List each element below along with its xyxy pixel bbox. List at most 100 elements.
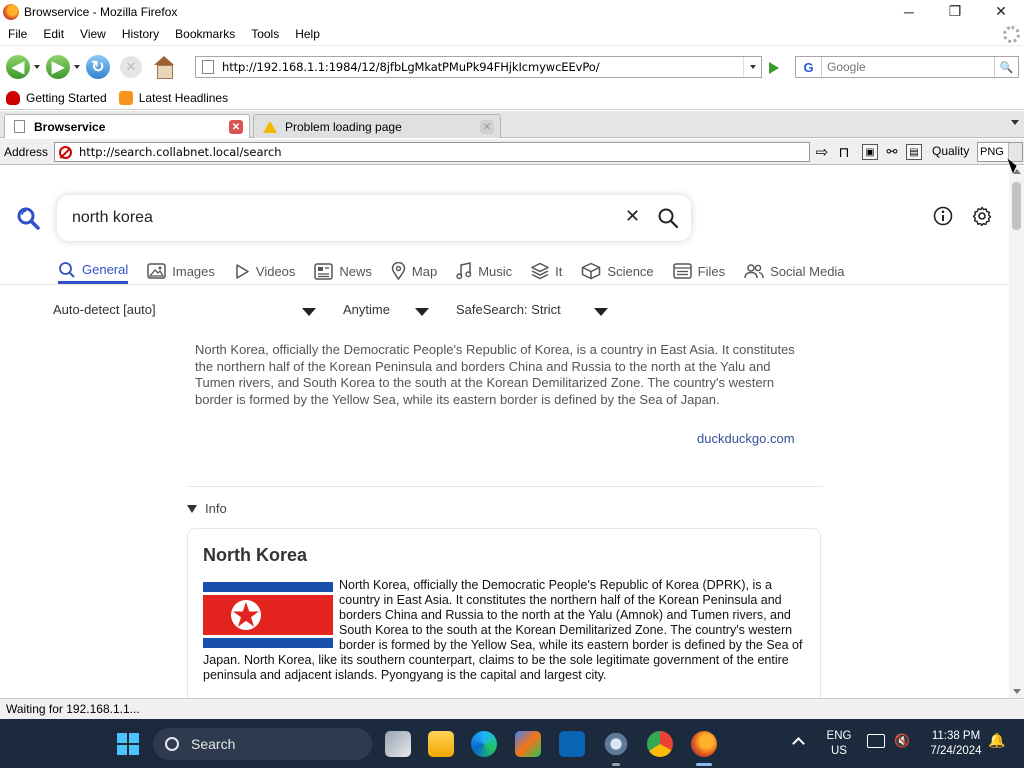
firefox-taskbar-icon[interactable] bbox=[691, 731, 717, 757]
chrome-icon[interactable] bbox=[647, 731, 673, 757]
loading-throbber-icon bbox=[1003, 26, 1020, 43]
file-explorer-icon[interactable] bbox=[428, 731, 454, 757]
minimize-button[interactable]: ─ bbox=[886, 0, 932, 23]
back-button[interactable]: ◀ bbox=[6, 53, 30, 81]
web-page: north korea ✕ General Images Videos News bbox=[0, 166, 1009, 698]
search-engine-icon[interactable]: G bbox=[796, 57, 822, 77]
tab-videos[interactable]: Videos bbox=[234, 258, 295, 284]
clear-search-button[interactable]: ✕ bbox=[625, 206, 640, 227]
tab-map[interactable]: Map bbox=[391, 258, 437, 284]
tab-general[interactable]: General bbox=[58, 258, 129, 284]
show-hidden-icons-chevron-icon[interactable] bbox=[792, 737, 805, 750]
edge-icon[interactable] bbox=[471, 731, 497, 757]
search-box[interactable]: north korea ✕ bbox=[57, 195, 691, 241]
scrollbar-thumb[interactable] bbox=[1012, 182, 1021, 230]
task-view-icon[interactable] bbox=[385, 731, 411, 757]
bookmark-label: Latest Headlines bbox=[138, 91, 229, 105]
tab-news[interactable]: News bbox=[314, 258, 372, 284]
answer-source-link[interactable]: duckduckgo.com bbox=[697, 431, 795, 446]
tab-browservice[interactable]: Browservice ✕ bbox=[4, 114, 250, 138]
searx-logo-icon[interactable] bbox=[16, 206, 40, 230]
tab-label: Map bbox=[411, 263, 438, 279]
tab-problem-loading[interactable]: Problem loading page ✕ bbox=[253, 114, 501, 138]
search-filters: Auto-detect [auto] Anytime SafeSearch: S… bbox=[53, 302, 633, 322]
network-icon[interactable] bbox=[867, 734, 885, 748]
go-button[interactable] bbox=[764, 59, 784, 77]
bookmark-latest-headlines[interactable]: Latest Headlines bbox=[118, 91, 229, 105]
volume-muted-icon[interactable]: 🔇 bbox=[894, 733, 910, 748]
maximize-button[interactable]: ❐ bbox=[932, 0, 978, 23]
menu-file[interactable]: File bbox=[0, 27, 35, 41]
tab-science[interactable]: Science bbox=[581, 258, 654, 284]
tab-label: Social Media bbox=[770, 263, 845, 279]
tab-close-button[interactable]: ✕ bbox=[480, 120, 494, 134]
url-bar[interactable]: http://192.168.1.1:1984/12/8jfbLgMkatPMu… bbox=[195, 56, 762, 78]
tab-social-media[interactable]: Social Media bbox=[744, 258, 845, 284]
web-search-input[interactable] bbox=[827, 60, 987, 74]
reload-icon: ↻ bbox=[86, 55, 110, 79]
url-history-dropdown[interactable] bbox=[743, 57, 761, 77]
settings-icon[interactable] bbox=[603, 731, 629, 757]
info-icon[interactable] bbox=[933, 206, 953, 226]
safesearch-dropdown-icon[interactable] bbox=[594, 308, 608, 316]
url-text[interactable]: http://192.168.1.1:1984/12/8jfbLgMkatPMu… bbox=[222, 60, 600, 74]
find-icon[interactable]: ⚯ bbox=[884, 144, 900, 160]
tab-images[interactable]: Images bbox=[147, 258, 215, 284]
language-dropdown-icon[interactable] bbox=[302, 308, 316, 316]
tab-label: Images bbox=[172, 263, 215, 279]
files-icon bbox=[672, 263, 692, 279]
forward-button[interactable]: ▶ bbox=[46, 53, 70, 81]
tab-label: Browservice bbox=[34, 119, 106, 134]
info-toggle[interactable]: Info bbox=[187, 501, 227, 516]
tab-it[interactable]: It bbox=[531, 258, 562, 284]
clock[interactable]: 11:38 PM 7/24/2024 bbox=[918, 729, 994, 759]
menu-tools[interactable]: Tools bbox=[243, 27, 287, 41]
status-bar: Waiting for 192.168.1.1... bbox=[0, 698, 1024, 719]
language-select[interactable]: Auto-detect [auto] bbox=[53, 302, 156, 317]
scroll-down-icon[interactable] bbox=[1013, 689, 1021, 694]
address-url[interactable]: http://search.collabnet.local/search bbox=[79, 145, 282, 159]
menu-bookmarks[interactable]: Bookmarks bbox=[167, 27, 243, 41]
menu-edit[interactable]: Edit bbox=[35, 27, 72, 41]
save-icon[interactable]: ▣ bbox=[862, 144, 878, 160]
safesearch-select[interactable]: SafeSearch: Strict bbox=[456, 302, 561, 317]
close-button[interactable]: ✕ bbox=[978, 0, 1024, 23]
store-icon[interactable] bbox=[515, 731, 541, 757]
reload-button[interactable]: ↻ bbox=[86, 53, 110, 81]
clipboard-icon[interactable]: ▤ bbox=[906, 144, 922, 160]
stop-button[interactable]: ✕ bbox=[110, 53, 142, 81]
infobox: North Korea North Korea, officially the … bbox=[187, 528, 821, 698]
tab-files[interactable]: Files bbox=[672, 258, 725, 284]
search-submit-button[interactable] bbox=[657, 207, 679, 229]
insecure-icon bbox=[59, 145, 72, 159]
menu-help[interactable]: Help bbox=[287, 27, 328, 41]
vertical-scrollbar[interactable] bbox=[1009, 166, 1024, 698]
address-field[interactable]: http://search.collabnet.local/search bbox=[54, 142, 810, 162]
list-all-tabs-button[interactable] bbox=[1011, 120, 1019, 125]
start-button[interactable] bbox=[117, 733, 139, 755]
forward-history-dropdown[interactable] bbox=[74, 65, 80, 69]
language-indicator[interactable]: ENG US bbox=[823, 729, 855, 759]
outlook-icon[interactable] bbox=[559, 731, 585, 757]
bookmark-getting-started[interactable]: Getting Started bbox=[6, 91, 107, 105]
taskbar-search[interactable]: Search bbox=[153, 728, 372, 760]
tab-music[interactable]: Music bbox=[456, 258, 512, 284]
home-button[interactable] bbox=[142, 53, 176, 81]
bookmark-icon[interactable]: ⊓ bbox=[836, 144, 852, 160]
go-arrow-icon[interactable]: ⇨ bbox=[814, 144, 830, 161]
tab-close-button[interactable]: ✕ bbox=[229, 120, 243, 134]
time-range-dropdown-icon[interactable] bbox=[415, 308, 429, 316]
quality-select[interactable]: PNG bbox=[977, 142, 1023, 162]
time-range-select[interactable]: Anytime bbox=[343, 302, 390, 317]
notification-bell-icon[interactable]: 🔔 bbox=[988, 733, 1005, 748]
firefox-logo-icon bbox=[3, 3, 19, 20]
menu-view[interactable]: View bbox=[72, 27, 114, 41]
web-search-box[interactable]: G 🔍 bbox=[795, 56, 1019, 78]
search-query-input[interactable]: north korea bbox=[72, 209, 153, 227]
web-search-button[interactable]: 🔍 bbox=[994, 57, 1018, 77]
tab-label: General bbox=[82, 262, 129, 277]
back-history-dropdown[interactable] bbox=[34, 65, 40, 69]
browservice-toolbar: Address http://search.collabnet.local/se… bbox=[0, 139, 1024, 165]
menu-history[interactable]: History bbox=[114, 27, 167, 41]
gear-icon[interactable] bbox=[972, 206, 992, 226]
